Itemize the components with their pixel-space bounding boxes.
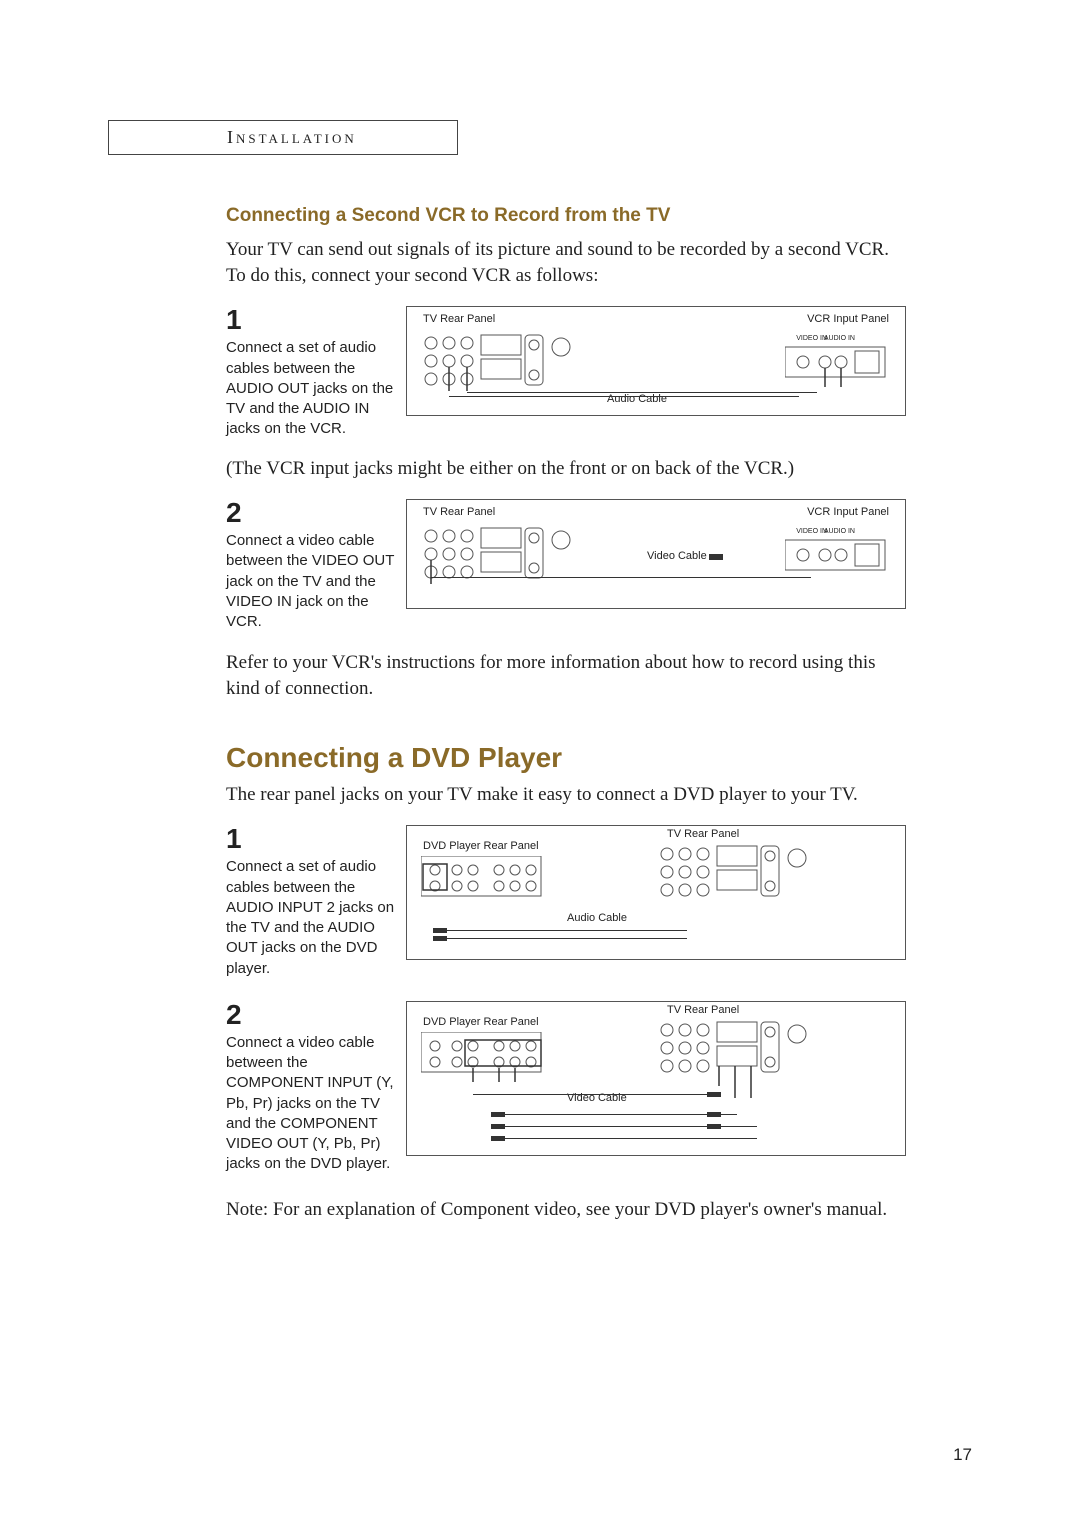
audio-cable-label: Audio Cable bbox=[607, 393, 667, 405]
dvd-step2-text: Connect a video cable between the COMPON… bbox=[226, 1033, 396, 1175]
cable-line bbox=[497, 1138, 757, 1139]
cable-line bbox=[497, 1114, 737, 1115]
vcr-panel-graphic bbox=[785, 530, 895, 580]
dvd-section-note: Note: For an explanation of Component vi… bbox=[226, 1197, 906, 1223]
vcr-section-outro: Refer to your VCR's instructions for mor… bbox=[226, 650, 906, 701]
section-header-box: Installation bbox=[108, 120, 458, 155]
cable-line bbox=[473, 1094, 721, 1095]
dvd-step2-row: 2 Connect a video cable between the COMP… bbox=[226, 1001, 906, 1175]
tv-panel-graphic bbox=[657, 842, 827, 902]
plug-icon bbox=[707, 552, 727, 562]
manual-page: Installation Connecting a Second VCR to … bbox=[0, 0, 1080, 1525]
plug-icon bbox=[705, 1091, 725, 1099]
vcr-input-panel-label: VCR Input Panel bbox=[807, 506, 889, 518]
vcr-step2-row: 2 Connect a video cable between the VIDE… bbox=[226, 499, 906, 632]
tv-panel-graphic bbox=[657, 1018, 827, 1098]
video-cable-label: Video Cable bbox=[647, 550, 707, 562]
dvd-panel-graphic bbox=[421, 856, 551, 906]
video-in-label: VIDEO IN bbox=[796, 528, 827, 535]
tv-panel-graphic bbox=[421, 331, 581, 391]
vcr-step1-text: Connect a set of audio cables between th… bbox=[226, 338, 396, 439]
plug-icon bbox=[489, 1135, 509, 1143]
vcr-step1-left: 1 Connect a set of audio cables between … bbox=[226, 306, 406, 439]
audio-cable-label: Audio Cable bbox=[567, 912, 627, 924]
dvd-step1-left: 1 Connect a set of audio cables between … bbox=[226, 825, 406, 979]
dvd-rear-panel-label: DVD Player Rear Panel bbox=[423, 1016, 539, 1028]
vcr-step2-num: 2 bbox=[226, 499, 396, 527]
vcr-input-panel-label: VCR Input Panel bbox=[807, 313, 889, 325]
vcr-panel-graphic bbox=[785, 337, 895, 387]
vcr-step2-diagram: TV Rear Panel VCR Input Panel bbox=[406, 499, 906, 609]
cable-line bbox=[437, 938, 687, 939]
vcr-step2-left: 2 Connect a video cable between the VIDE… bbox=[226, 499, 406, 632]
cable-line bbox=[437, 930, 687, 931]
dvd-section-intro: The rear panel jacks on your TV make it … bbox=[226, 782, 906, 808]
dvd-step1-diagram: DVD Player Rear Panel TV Rear Panel bbox=[406, 825, 906, 960]
dvd-step2-diagram: DVD Player Rear Panel TV Rear Panel bbox=[406, 1001, 906, 1156]
dvd-step2-num: 2 bbox=[226, 1001, 396, 1029]
plug-icon bbox=[489, 1111, 509, 1119]
vcr-step1-row: 1 Connect a set of audio cables between … bbox=[226, 306, 906, 439]
vcr-step2-text: Connect a video cable between the VIDEO … bbox=[226, 531, 396, 632]
cable-line bbox=[431, 577, 811, 578]
dvd-step2-left: 2 Connect a video cable between the COMP… bbox=[226, 1001, 406, 1175]
tv-rear-panel-label: TV Rear Panel bbox=[667, 828, 739, 840]
cable-line bbox=[449, 396, 799, 397]
tv-rear-panel-label: TV Rear Panel bbox=[423, 506, 495, 518]
dvd-rear-panel-label: DVD Player Rear Panel bbox=[423, 840, 539, 852]
dvd-section-title: Connecting a DVD Player bbox=[226, 742, 906, 774]
content-column: Connecting a Second VCR to Record from t… bbox=[226, 205, 906, 1222]
vcr-step1-diagram: TV Rear Panel VCR Input Panel bbox=[406, 306, 906, 416]
vcr-section-intro: Your TV can send out signals of its pict… bbox=[226, 237, 906, 288]
plug-icon bbox=[431, 927, 451, 935]
dvd-step1-num: 1 bbox=[226, 825, 396, 853]
dvd-step1-text: Connect a set of audio cables between th… bbox=[226, 857, 396, 979]
video-in-label: VIDEO IN bbox=[796, 335, 827, 342]
plug-icon bbox=[489, 1123, 509, 1131]
cable-line bbox=[467, 392, 817, 393]
vcr-section-title: Connecting a Second VCR to Record from t… bbox=[226, 205, 906, 227]
dvd-panel-graphic bbox=[421, 1032, 551, 1082]
vcr-mid-note: (The VCR input jacks might be either on … bbox=[226, 456, 906, 482]
tv-panel-graphic bbox=[421, 524, 581, 584]
tv-rear-panel-label: TV Rear Panel bbox=[667, 1004, 739, 1016]
vcr-step1-num: 1 bbox=[226, 306, 396, 334]
tv-rear-panel-label: TV Rear Panel bbox=[423, 313, 495, 325]
plug-icon bbox=[705, 1111, 725, 1119]
plug-icon bbox=[431, 935, 451, 943]
audio-in-label: AUDIO IN bbox=[824, 528, 855, 535]
section-header-text: Installation bbox=[227, 127, 357, 147]
plug-icon bbox=[705, 1123, 725, 1131]
dvd-step1-row: 1 Connect a set of audio cables between … bbox=[226, 825, 906, 979]
audio-in-label: AUDIO IN bbox=[824, 335, 855, 342]
page-number: 17 bbox=[953, 1445, 972, 1465]
